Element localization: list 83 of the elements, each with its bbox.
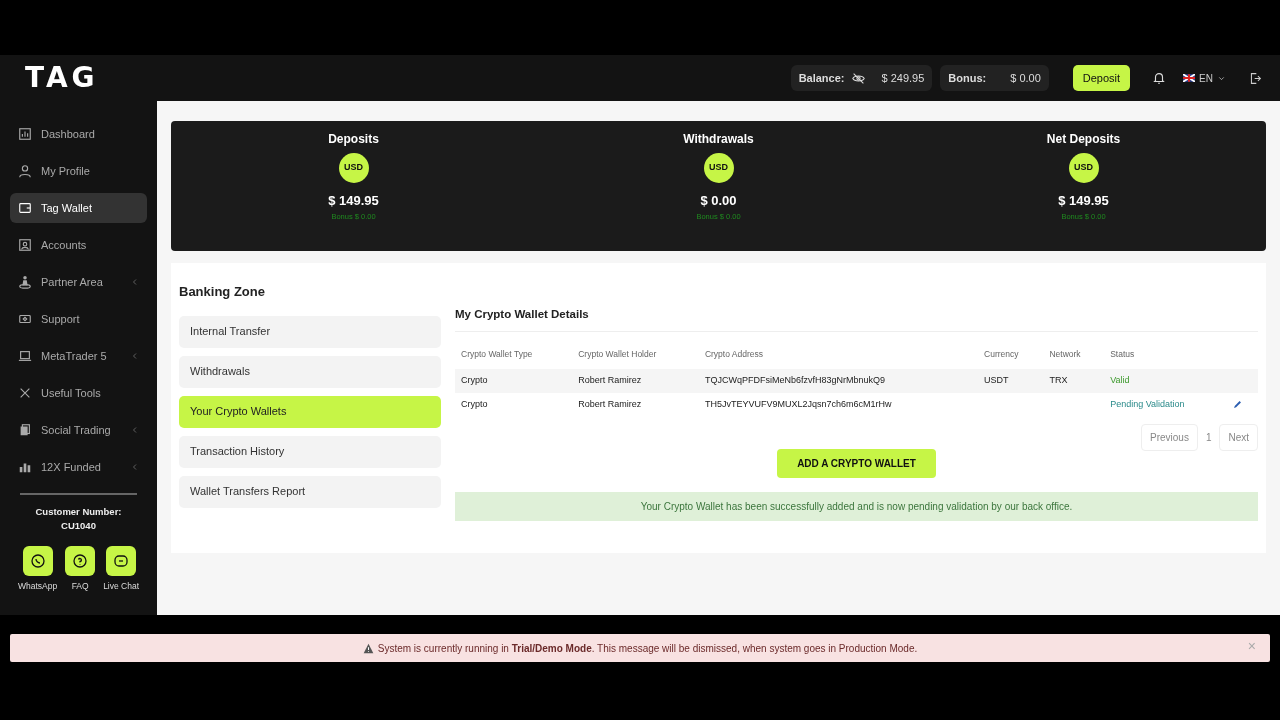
alert-message: System is currently running in Trial/Demo Mode. This message will be dismissed, when system goes in Production Mode. [377, 641, 918, 656]
sidebar-item[interactable]: 12X Funded [10, 452, 147, 482]
column-header: Crypto Wallet Type [455, 340, 573, 369]
section-title: Banking Zone [179, 283, 266, 301]
bonus-label: Bonus: [948, 70, 987, 86]
language-selector[interactable]: EN [1182, 69, 1227, 87]
logout-icon [1249, 71, 1262, 85]
sidebar-item[interactable]: Useful Tools [10, 378, 147, 408]
contact-label: Live Chat [103, 579, 140, 593]
customer-label: Customer Number: [34, 505, 123, 519]
brand-logo: TAG [25, 60, 99, 96]
summary-amount: $ 149.95 [1058, 192, 1109, 210]
documents-icon [18, 423, 32, 437]
flag-icon [1183, 74, 1196, 82]
balance-label: Balance: [798, 70, 845, 86]
question-icon [72, 552, 89, 569]
wallet-icon [18, 201, 32, 215]
column-header: Crypto Wallet Holder [572, 340, 699, 369]
summary-title: Withdrawals [683, 131, 754, 148]
table-cell: Crypto [455, 392, 573, 416]
deposit-button[interactable]: Deposit [1072, 64, 1131, 92]
contact-button[interactable] [22, 545, 53, 576]
next-button[interactable]: Next [1219, 424, 1258, 451]
warning-icon [362, 642, 374, 654]
eye-slash-icon [852, 71, 866, 85]
ticket-icon [18, 312, 32, 326]
status-cell: Pending Validation [1104, 392, 1226, 416]
table-cell: Crypto [455, 369, 573, 393]
bell-icon [1152, 71, 1167, 85]
banking-menu-item[interactable]: Internal Transfer [179, 315, 441, 348]
user-icon [18, 164, 32, 178]
summary-title: Net Deposits [1046, 131, 1121, 148]
id-card-icon [18, 238, 32, 252]
sidebar-item[interactable]: Tag Wallet [10, 193, 147, 223]
banking-menu-item[interactable]: Withdrawals [179, 355, 441, 388]
column-header: Network [1043, 340, 1105, 369]
sidebar-item[interactable]: MetaTrader 5 [10, 341, 147, 371]
bonus-value: $ 0.00 [1010, 70, 1041, 86]
table-cell: Robert Ramirez [572, 369, 699, 393]
currency-badge: USD [1068, 153, 1099, 183]
person-icon [18, 275, 32, 289]
banking-menu-item[interactable]: Your Crypto Wallets [179, 395, 441, 428]
table-cell: USDT [978, 369, 1044, 393]
summary-amount: $ 149.95 [328, 192, 379, 210]
sidebar-item[interactable]: Dashboard [10, 119, 147, 149]
sidebar-item[interactable]: Support [10, 304, 147, 334]
whatsapp-icon [29, 552, 46, 569]
chevron-left-icon [131, 425, 139, 434]
chart-icon [18, 127, 32, 141]
sidebar-item[interactable]: Social Trading [10, 415, 147, 445]
column-header: Currency [978, 340, 1044, 369]
chat-icon [113, 552, 130, 569]
laptop-icon [18, 349, 32, 363]
contact-button[interactable] [65, 545, 96, 576]
contact-label: WhatsApp [17, 579, 58, 593]
page-number[interactable]: 1 [1205, 430, 1212, 445]
chevron-left-icon [131, 351, 139, 360]
banking-menu-item[interactable]: Wallet Transfers Report [179, 475, 441, 508]
banking-menu-item[interactable]: Transaction History [179, 435, 441, 468]
contact-label: FAQ [71, 579, 89, 593]
table-cell: TQJCWqPFDFsiMeNb6fzvfH83gNrMbnukQ9 [698, 369, 979, 393]
sidebar-item[interactable]: Partner Area [10, 267, 147, 297]
chevron-left-icon [131, 462, 139, 471]
table-cell: TRX [1043, 369, 1105, 393]
column-header: Crypto Address [698, 340, 979, 369]
contact-button[interactable] [106, 545, 137, 576]
balance-value: $ 249.95 [881, 70, 925, 86]
summary-title: Deposits [328, 131, 379, 148]
summary-amount: $ 0.00 [700, 192, 737, 210]
sidebar-item[interactable]: My Profile [10, 156, 147, 186]
table-cell: TH5JvTEYVUFV9MUXL2Jqsn7ch6m6cM1rHw [698, 392, 979, 416]
table-cell: Robert Ramirez [572, 392, 699, 416]
customer-number: CU1040 [60, 519, 97, 534]
success-message: Your Crypto Wallet has been successfully added and is now pending validation by our back office. [455, 492, 1258, 521]
previous-button[interactable]: Previous [1140, 424, 1198, 451]
status-cell: Valid [1104, 369, 1226, 393]
currency-badge: USD [338, 153, 369, 183]
column-header: Status [1104, 340, 1226, 369]
add-wallet-button[interactable]: ADD A CRYPTO WALLET [777, 449, 936, 478]
sidebar-item[interactable]: Accounts [10, 230, 147, 260]
currency-badge: USD [703, 153, 734, 183]
section-title: My Crypto Wallet Details [455, 306, 1258, 333]
chevron-left-icon [131, 277, 139, 286]
